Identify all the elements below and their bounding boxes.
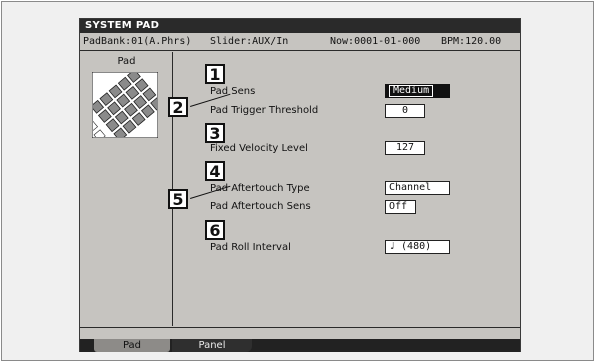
param-label-pad-aftertouch-type: Pad Aftertouch Type bbox=[210, 183, 310, 194]
pad-panel: Pad bbox=[80, 52, 173, 326]
status-padbank: PadBank:01(A.Phrs) bbox=[83, 36, 192, 47]
param-label-pad-aftertouch-sens: Pad Aftertouch Sens bbox=[210, 201, 311, 212]
screen-title: SYSTEM PAD bbox=[80, 19, 520, 33]
callout-4: 4 bbox=[205, 161, 225, 181]
pad-trigger-threshold-value[interactable]: 0 bbox=[385, 104, 425, 118]
callout-5: 5 bbox=[168, 189, 188, 209]
pad-roll-interval-value[interactable]: ♩ (480) bbox=[385, 240, 450, 254]
param-label-pad-sens: Pad Sens bbox=[210, 86, 256, 97]
pad-aftertouch-sens-value[interactable]: Off bbox=[385, 200, 416, 214]
tab-panel[interactable]: Panel bbox=[172, 339, 252, 352]
manual-figure-frame: SYSTEM PAD PadBank:01(A.Phrs) Slider:AUX… bbox=[1, 1, 594, 361]
lcd-screen: SYSTEM PAD PadBank:01(A.Phrs) Slider:AUX… bbox=[79, 18, 521, 352]
pad-grid-icon bbox=[92, 72, 158, 138]
fixed-velocity-level-value[interactable]: 127 bbox=[385, 141, 425, 155]
pad-sens-text: Medium bbox=[389, 85, 434, 97]
status-bpm: BPM:120.00 bbox=[441, 36, 502, 47]
status-slider: Slider:AUX/In bbox=[210, 36, 289, 47]
param-label-pad-trigger-threshold: Pad Trigger Threshold bbox=[210, 105, 319, 116]
status-now: Now:0001-01-000 bbox=[330, 36, 421, 47]
callout-6: 6 bbox=[205, 220, 225, 240]
callout-1: 1 bbox=[205, 64, 225, 84]
pad-aftertouch-type-value[interactable]: Channel bbox=[385, 181, 450, 195]
callout-3: 3 bbox=[205, 123, 225, 143]
pad-sens-value[interactable]: Medium bbox=[385, 84, 450, 98]
function-tab-bar: Pad Panel bbox=[80, 339, 520, 352]
status-bar: PadBank:01(A.Phrs) Slider:AUX/In Now:000… bbox=[80, 33, 520, 51]
param-label-pad-roll-interval: Pad Roll Interval bbox=[210, 242, 291, 253]
parameter-area: Pad Sens Pad Trigger Threshold Fixed Vel… bbox=[174, 52, 520, 326]
tab-pad[interactable]: Pad bbox=[94, 339, 170, 352]
param-label-fixed-velocity-level: Fixed Velocity Level bbox=[210, 143, 308, 154]
callout-2: 2 bbox=[168, 97, 188, 117]
pad-panel-title: Pad bbox=[117, 56, 136, 67]
message-strip bbox=[80, 327, 520, 339]
